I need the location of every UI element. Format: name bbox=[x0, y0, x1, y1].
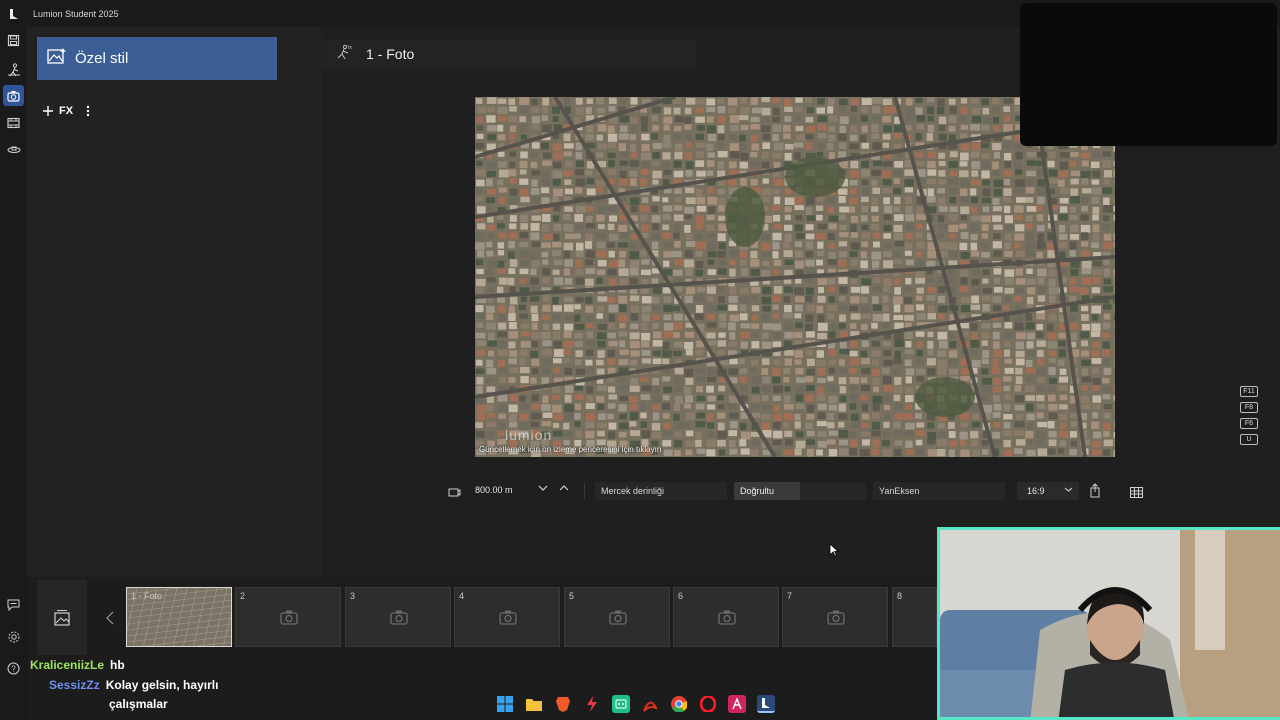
shortcut-key[interactable]: F6 bbox=[1240, 418, 1258, 429]
windows-start-icon[interactable] bbox=[496, 695, 514, 713]
lumion-watermark: lumion bbox=[505, 427, 553, 443]
shortcut-key[interactable]: F8 bbox=[1240, 402, 1258, 413]
slot-label: 2 bbox=[240, 591, 246, 601]
chevron-down-icon[interactable] bbox=[538, 484, 548, 494]
photo-filmstrip: 1 - Foto 2 3 4 5 6 7 8 bbox=[37, 580, 937, 655]
webcam-image bbox=[940, 530, 1280, 717]
chat-username: KraliceniizLe bbox=[30, 658, 105, 672]
camera-distance[interactable]: 800.00 m bbox=[475, 485, 513, 495]
photo-slot[interactable]: 6 bbox=[673, 587, 779, 647]
filmstrip-prev-button[interactable] bbox=[99, 580, 121, 655]
photo-header: fx 1 - Foto bbox=[322, 39, 696, 69]
shortcut-key[interactable]: F11 bbox=[1240, 386, 1258, 397]
settings-icon[interactable] bbox=[3, 626, 24, 647]
toolbar-divider bbox=[584, 483, 585, 499]
chat-text: Kolay gelsin, hayırlı bbox=[105, 678, 219, 692]
camera-placeholder-icon bbox=[718, 609, 736, 630]
copy-settings-icon[interactable] bbox=[1089, 483, 1101, 503]
camera-placeholder-icon bbox=[827, 609, 845, 630]
slot-label: 1 - Foto bbox=[131, 591, 163, 601]
photo-title: 1 - Foto bbox=[366, 46, 415, 62]
file-explorer-icon[interactable] bbox=[525, 695, 543, 713]
camera-placeholder-icon bbox=[390, 609, 408, 630]
shortcut-keys: F11 F8 F6 U bbox=[1240, 386, 1258, 445]
lumion-logo-icon bbox=[0, 0, 28, 27]
camera-placeholder-icon bbox=[609, 609, 627, 630]
360-panorama-icon[interactable] bbox=[3, 139, 24, 160]
photo-slot[interactable]: 5 bbox=[564, 587, 670, 647]
stream-overlay bbox=[1020, 3, 1277, 146]
mouse-cursor bbox=[829, 543, 840, 562]
photo-slot[interactable]: 4 bbox=[454, 587, 560, 647]
webcam-feed bbox=[937, 527, 1280, 720]
chrome-icon[interactable] bbox=[670, 695, 688, 713]
app-red-bolt-icon[interactable] bbox=[583, 695, 601, 713]
adobe-acrobat-icon[interactable] bbox=[641, 695, 659, 713]
straighten-field[interactable]: Doğrultu bbox=[734, 482, 800, 500]
chevron-left-icon bbox=[106, 611, 114, 624]
slot-label: 4 bbox=[459, 591, 465, 601]
slot-label: 5 bbox=[569, 591, 575, 601]
chat-username: SessizZz bbox=[49, 678, 100, 692]
custom-style-button[interactable]: Özel stil bbox=[37, 37, 277, 80]
photo-slot[interactable]: 3 bbox=[345, 587, 451, 647]
lumion-app: Lumion Student 2025 ? Özel stil FX fx 1 … bbox=[0, 0, 1280, 720]
lumion-taskbar-icon[interactable] bbox=[757, 695, 775, 713]
camera-placeholder-icon bbox=[280, 609, 298, 630]
effects-panel: Özel stil FX bbox=[27, 27, 322, 577]
camera-icon[interactable] bbox=[448, 485, 461, 503]
depth-of-field-field[interactable]: Mercek derinliği bbox=[595, 482, 727, 500]
aerial-city-render bbox=[475, 97, 1115, 457]
side-axis-field[interactable]: YanEksen bbox=[873, 482, 1005, 500]
stream-chat: KraliceniizLe hb SessizZz Kolay gelsin, … bbox=[30, 655, 290, 713]
add-fx-button[interactable]: FX bbox=[43, 105, 91, 117]
aspect-ratio-select[interactable]: 16:9 bbox=[1017, 482, 1079, 500]
app-green-icon[interactable] bbox=[612, 695, 630, 713]
slot-label: 6 bbox=[678, 591, 684, 601]
custom-style-label: Özel stil bbox=[75, 50, 129, 67]
camera-toolbar: 800.00 m Mercek derinliği Doğrultu YanEk… bbox=[322, 474, 1280, 508]
photo-mode-icon[interactable] bbox=[3, 85, 24, 106]
photo-effects-icon: fx bbox=[336, 44, 352, 65]
chevron-down-icon bbox=[1064, 485, 1073, 495]
slot-label: 3 bbox=[350, 591, 356, 601]
svg-text:?: ? bbox=[11, 665, 16, 674]
chat-text: hb bbox=[110, 658, 125, 672]
shortcut-key[interactable]: U bbox=[1240, 434, 1258, 445]
chat-message: SessizZz Kolay gelsin, hayırlı bbox=[30, 675, 290, 695]
camera-placeholder-icon bbox=[499, 609, 517, 630]
chat-text-continued: çalışmalar bbox=[109, 697, 168, 711]
taskbar bbox=[496, 692, 775, 716]
slot-label: 8 bbox=[897, 591, 903, 601]
chevron-up-icon[interactable] bbox=[559, 484, 569, 494]
slot-label: 7 bbox=[787, 591, 793, 601]
brave-browser-icon[interactable] bbox=[554, 695, 572, 713]
save-icon[interactable] bbox=[3, 30, 24, 51]
opera-icon[interactable] bbox=[699, 695, 717, 713]
photo-slot[interactable]: 1 - Foto bbox=[126, 587, 232, 647]
aspect-ratio-value: 16:9 bbox=[1027, 486, 1045, 496]
fx-label: FX bbox=[59, 105, 74, 117]
gallery-button[interactable] bbox=[37, 580, 87, 655]
preview-viewport[interactable]: lumion Güncellemek için ön izleme pencer… bbox=[475, 97, 1115, 457]
photo-slot[interactable]: 2 bbox=[235, 587, 341, 647]
movie-mode-icon[interactable] bbox=[3, 112, 24, 133]
help-icon[interactable]: ? bbox=[3, 658, 24, 679]
more-options-icon[interactable] bbox=[85, 105, 91, 117]
preview-update-hint: Güncellemek için ön izleme penceresini i… bbox=[479, 445, 662, 454]
plus-icon bbox=[43, 106, 53, 116]
photo-slot[interactable]: 8 bbox=[892, 587, 937, 647]
style-image-icon bbox=[47, 47, 67, 70]
grid-icon[interactable] bbox=[1130, 485, 1143, 503]
mode-rail: ? bbox=[0, 27, 27, 720]
autocad-icon[interactable] bbox=[728, 695, 746, 713]
gallery-icon bbox=[54, 609, 70, 626]
photo-slot[interactable]: 7 bbox=[782, 587, 888, 647]
svg-text:fx: fx bbox=[348, 45, 352, 51]
window-title: Lumion Student 2025 bbox=[33, 8, 119, 19]
chat-message: KraliceniizLe hb bbox=[30, 655, 290, 675]
build-mode-icon[interactable] bbox=[3, 59, 24, 80]
straighten-slider[interactable] bbox=[800, 482, 866, 500]
chat-icon[interactable] bbox=[3, 594, 24, 615]
